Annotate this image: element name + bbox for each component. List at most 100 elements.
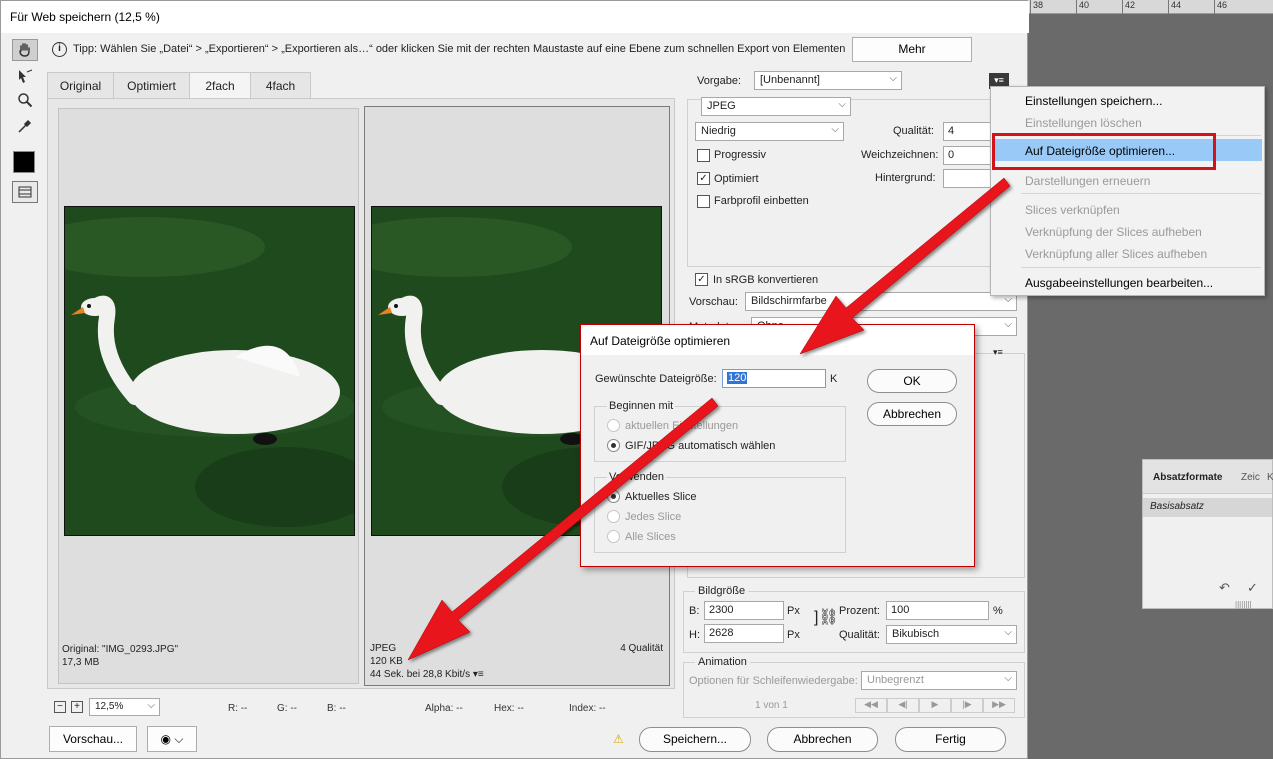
each-slice-radio[interactable] xyxy=(607,510,620,523)
embed-profile-checkbox[interactable] xyxy=(697,195,710,208)
chevron-down-icon: ⌵ xyxy=(889,73,897,84)
zoom-select[interactable]: 12,5% ⌵ xyxy=(89,698,160,716)
optimized-checkbox[interactable]: ✓ xyxy=(697,172,710,185)
chevron-down-icon: ⌵ xyxy=(838,99,846,110)
menu-separator xyxy=(1021,267,1261,268)
progressive-checkbox[interactable] xyxy=(697,149,710,162)
dialog-title: Auf Dateigröße optimieren xyxy=(590,334,731,348)
hand-tool-icon[interactable] xyxy=(12,39,38,61)
tab-zeichenformate[interactable]: Zeic xyxy=(1241,472,1260,483)
optimized-file-size: 120 KB xyxy=(370,656,403,667)
preview-button[interactable]: Vorschau... xyxy=(49,726,137,752)
loop-options-value: Unbegrenzt xyxy=(867,674,924,686)
eyedropper-color-swatch[interactable] xyxy=(13,151,35,173)
start-with-label: Beginnen mit xyxy=(607,400,676,412)
preset-label: Vorgabe: xyxy=(697,75,742,87)
blur-input[interactable]: 0 xyxy=(943,146,993,165)
tip-bar: i Tipp: Wählen Sie „Datei“ > „Exportiere… xyxy=(47,35,1025,65)
tab-k[interactable]: K xyxy=(1267,472,1273,483)
cancel-button[interactable]: Abbrechen xyxy=(767,727,878,752)
reset-icon[interactable]: ↶ xyxy=(1219,580,1230,596)
zoom-tool-icon[interactable] xyxy=(12,89,38,111)
tab-4up[interactable]: 4fach xyxy=(250,72,311,99)
chevron-down-icon: ⌵ xyxy=(831,124,839,135)
hex-value: Hex: -- xyxy=(494,703,524,714)
auto-select-radio[interactable] xyxy=(607,439,620,452)
width-input[interactable]: 2300 xyxy=(704,601,784,620)
optimized-quality: 4 Qualität xyxy=(620,643,663,654)
ok-button[interactable]: OK xyxy=(867,369,957,393)
current-settings-label: aktuellen Einstellungen xyxy=(625,420,739,432)
preview-label: Vorschau: xyxy=(689,296,738,308)
zoom-in-icon[interactable]: + xyxy=(71,701,83,713)
menu-item-edit-output-settings[interactable]: Ausgabeeinstellungen bearbeiten... xyxy=(1025,276,1213,290)
loop-options-select[interactable]: Unbegrenzt ⌵ xyxy=(861,671,1017,690)
resize-grip-icon[interactable]: |||||||| xyxy=(1235,600,1252,609)
use-label: Verwenden xyxy=(607,471,667,483)
srgb-label: In sRGB konvertieren xyxy=(713,274,819,286)
embed-profile-label: Farbprofil einbetten xyxy=(714,195,809,207)
start-with-group xyxy=(594,406,846,462)
preview-color-select[interactable]: Bildschirmfarbe ⌵ xyxy=(745,292,1017,311)
browser-select[interactable]: ◉ ⌵ xyxy=(147,726,197,752)
status-bar: − + 12,5% ⌵ R: -- G: -- B: -- Alpha: -- H… xyxy=(47,693,1025,719)
chevron-down-icon: ⌵ xyxy=(1004,673,1012,684)
info-icon: i xyxy=(52,42,67,57)
paragraph-style-item[interactable]: Basisabsatz xyxy=(1150,501,1204,512)
preset-select[interactable]: [Unbenannt] ⌵ xyxy=(754,71,902,90)
optimized-label: Optimiert xyxy=(714,173,759,185)
alpha-value: Alpha: -- xyxy=(425,703,463,714)
tab-2up[interactable]: 2fach xyxy=(189,72,251,99)
format-select[interactable]: JPEG ⌵ xyxy=(701,97,851,116)
horizontal-ruler: 38 40 42 44 46 xyxy=(1028,0,1273,14)
all-slices-radio[interactable] xyxy=(607,530,620,543)
more-button[interactable]: Mehr xyxy=(852,37,972,62)
quality-input[interactable]: 4 xyxy=(943,122,993,141)
green-value: G: -- xyxy=(277,703,297,714)
swan-photo xyxy=(64,206,355,536)
height-input[interactable]: 2628 xyxy=(704,624,784,643)
tab-original[interactable]: Original xyxy=(47,72,114,99)
desired-size-label: Gewünschte Dateigröße: xyxy=(595,373,717,385)
all-slices-label: Alle Slices xyxy=(625,531,676,543)
zoom-out-icon[interactable]: − xyxy=(54,701,66,713)
desired-size-input[interactable]: 120 xyxy=(722,369,826,388)
tab-optimized[interactable]: Optimiert xyxy=(113,72,190,99)
menu-item-save-settings[interactable]: Einstellungen speichern... xyxy=(1025,94,1162,108)
srgb-checkbox[interactable]: ✓ xyxy=(695,273,708,286)
checkmark-icon[interactable]: ✓ xyxy=(1247,580,1258,596)
matte-select[interactable] xyxy=(943,169,993,188)
resample-quality-select[interactable]: Bikubisch ⌵ xyxy=(886,625,1017,644)
slice-select-tool-icon[interactable] xyxy=(12,65,38,87)
menu-item-repopulate-views[interactable]: Darstellungen erneuern xyxy=(1025,174,1150,188)
done-button[interactable]: Fertig xyxy=(895,727,1006,752)
menu-item-link-slices[interactable]: Slices verknüpfen xyxy=(1025,203,1120,217)
preview-pane-original[interactable]: Original: "IMG_0293.JPG" 17,3 MB xyxy=(58,108,359,684)
link-proportions-icon[interactable]: ]⛓ xyxy=(814,607,839,627)
toggle-slices-visibility-icon[interactable] xyxy=(12,181,38,203)
color-table-menu-icon[interactable]: ▾≡ xyxy=(993,347,1003,358)
menu-item-unlink-all-slices[interactable]: Verknüpfung aller Slices aufheben xyxy=(1025,247,1207,261)
download-speed-menu-icon[interactable]: ▾≡ xyxy=(473,669,484,680)
desired-size-value: 120 xyxy=(727,372,748,384)
window-title: Für Web speichern (12,5 %) xyxy=(10,10,160,24)
dialog-cancel-button[interactable]: Abbrechen xyxy=(867,402,957,426)
width-label: B: xyxy=(689,605,700,617)
eyedropper-tool-icon[interactable] xyxy=(12,115,38,137)
menu-item-delete-settings[interactable]: Einstellungen löschen xyxy=(1025,116,1142,130)
tab-absatzformate[interactable]: Absatzformate xyxy=(1153,472,1222,483)
progressive-label: Progressiv xyxy=(714,149,766,161)
matte-label: Hintergrund: xyxy=(875,172,936,184)
percent-input[interactable]: 100 xyxy=(886,601,989,620)
height-unit: Px xyxy=(787,629,800,641)
menu-item-unlink-slice[interactable]: Verknüpfung der Slices aufheben xyxy=(1025,225,1202,239)
height-label: H: xyxy=(689,629,700,641)
menu-separator xyxy=(1021,193,1261,194)
quality-level-select[interactable]: Niedrig ⌵ xyxy=(695,122,844,141)
zoom-value: 12,5% xyxy=(95,701,124,712)
width-unit: Px xyxy=(787,605,800,617)
current-slice-radio[interactable] xyxy=(607,490,620,503)
save-button[interactable]: Speichern... xyxy=(639,727,751,752)
ruler-tick: 46 xyxy=(1214,0,1227,14)
current-settings-radio[interactable] xyxy=(607,419,620,432)
